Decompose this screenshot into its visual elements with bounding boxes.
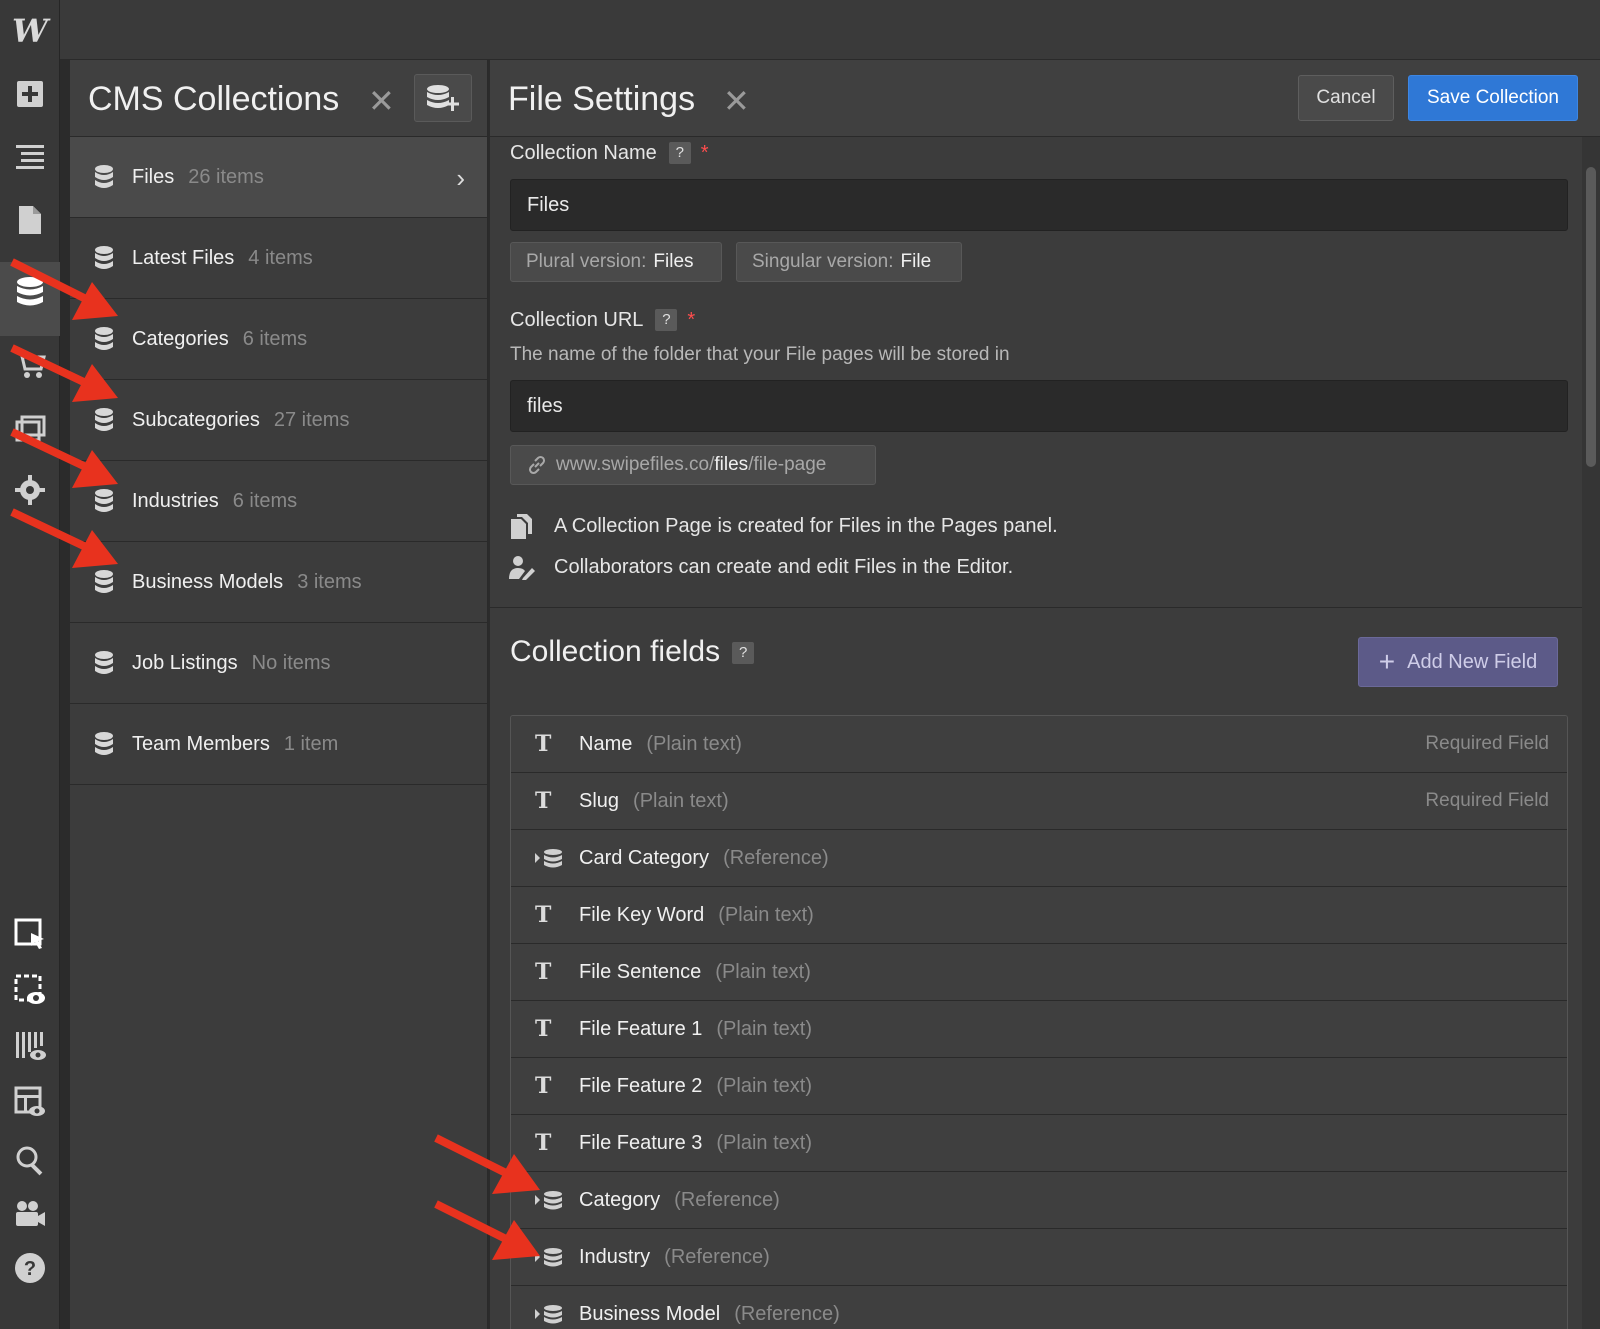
annotation-arrows xyxy=(10,258,540,1260)
red-arrow-icon xyxy=(10,258,118,320)
red-arrow-icon xyxy=(10,508,118,568)
red-arrow-icon xyxy=(434,1200,540,1260)
red-arrow-icon xyxy=(10,428,118,488)
red-arrow-icon xyxy=(10,344,118,402)
red-arrow-icon xyxy=(434,1134,540,1194)
